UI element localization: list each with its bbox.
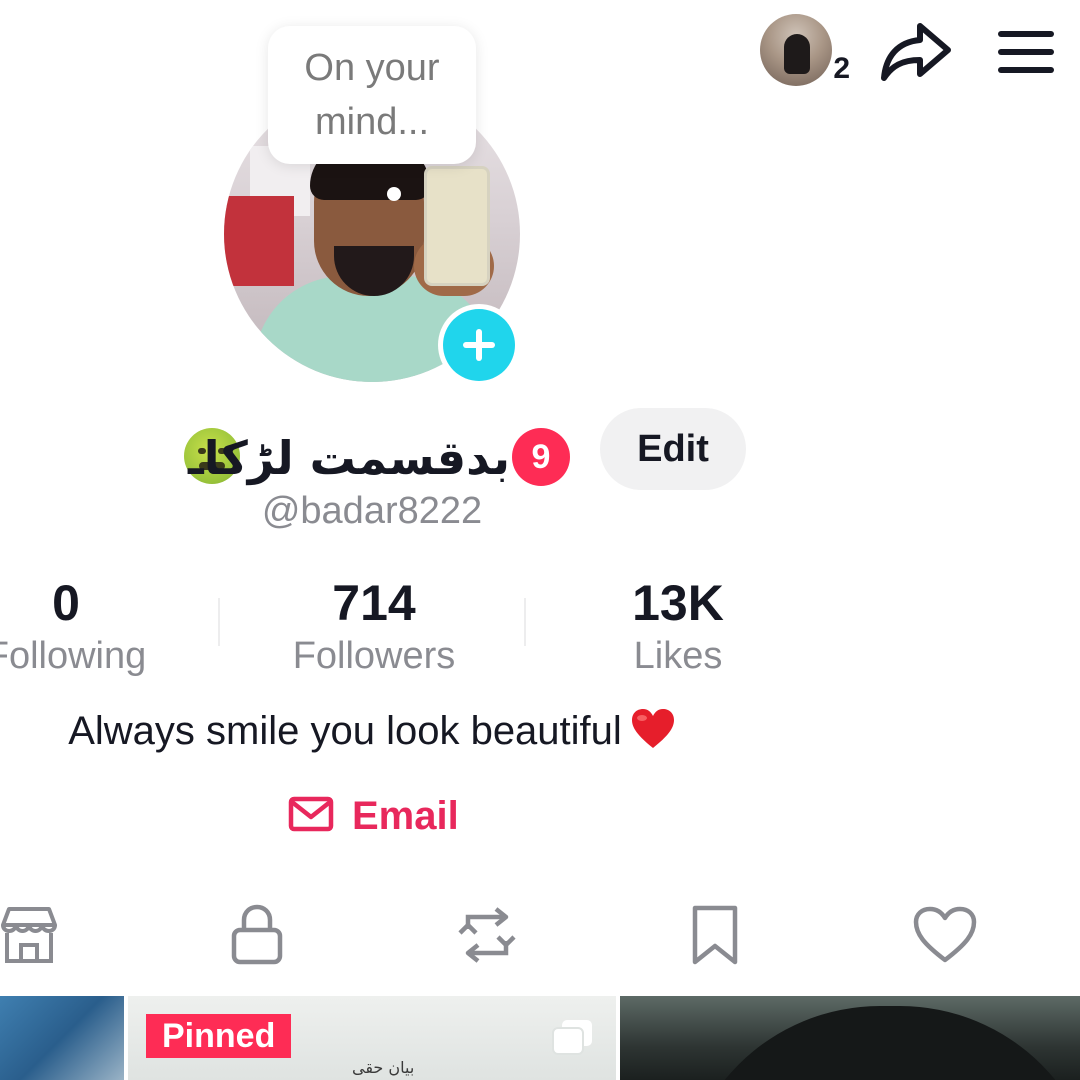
add-story-button[interactable]: [438, 304, 520, 386]
following-count: 0: [52, 575, 80, 631]
note-bubble[interactable]: On your mind...: [268, 26, 476, 164]
note-bubble-text: On your mind...: [304, 47, 440, 143]
note-bubble-tail: [387, 187, 401, 201]
display-name: بدقسمت لڑکاـ: [188, 431, 510, 485]
following-label: Following: [0, 635, 147, 677]
heart-icon[interactable]: [910, 900, 980, 970]
stat-followers[interactable]: 714 Followers: [254, 572, 494, 678]
video-thumbnail[interactable]: Pinned بیان حقی: [128, 996, 616, 1080]
red-heart-emoji-icon: [630, 708, 676, 750]
lock-icon[interactable]: [222, 900, 292, 970]
bookmark-icon[interactable]: [680, 900, 750, 970]
notification-badge[interactable]: 9: [512, 428, 570, 486]
edit-profile-button[interactable]: Edit: [600, 408, 746, 490]
content-tabs: [0, 900, 1080, 976]
video-thumbnail[interactable]: [620, 996, 1080, 1080]
profile-viewers-button[interactable]: 2: [760, 14, 850, 90]
header-actions: 2: [760, 14, 1056, 90]
share-icon[interactable]: [880, 20, 952, 84]
bio-text: Always smile you look beautiful: [68, 709, 622, 753]
repost-icon[interactable]: [452, 900, 522, 970]
stats-divider: [524, 598, 526, 646]
email-link[interactable]: Email: [288, 794, 459, 839]
viewer-count: 2: [833, 52, 850, 85]
username-handle: @badar8222: [261, 490, 483, 532]
email-label: Email: [352, 794, 459, 838]
profile-stats: 0 Following 714 Followers 13K Likes: [0, 572, 1080, 682]
likes-label: Likes: [633, 635, 723, 677]
likes-count: 13K: [632, 575, 724, 631]
plus-icon: [443, 309, 515, 381]
mail-icon: [288, 796, 334, 837]
pinned-badge: Pinned: [146, 1014, 292, 1058]
stats-divider: [218, 598, 220, 646]
followers-count: 714: [332, 575, 416, 631]
shop-icon[interactable]: [0, 900, 64, 970]
video-grid: Pinned بیان حقی: [0, 996, 1080, 1080]
bio: Always smile you look beautiful: [0, 708, 744, 754]
stat-following[interactable]: 0 Following: [0, 572, 186, 678]
name-row: بدقسمت لڑکاـ 9 Edit: [0, 408, 1080, 490]
thumbnail-caption: بیان حقی: [352, 1058, 415, 1077]
stat-likes[interactable]: 13K Likes: [558, 572, 798, 678]
multi-photo-icon: [550, 1018, 596, 1063]
viewer-avatar: [760, 14, 832, 86]
video-thumbnail[interactable]: [0, 996, 124, 1080]
menu-icon[interactable]: [996, 27, 1056, 77]
followers-label: Followers: [292, 635, 456, 677]
